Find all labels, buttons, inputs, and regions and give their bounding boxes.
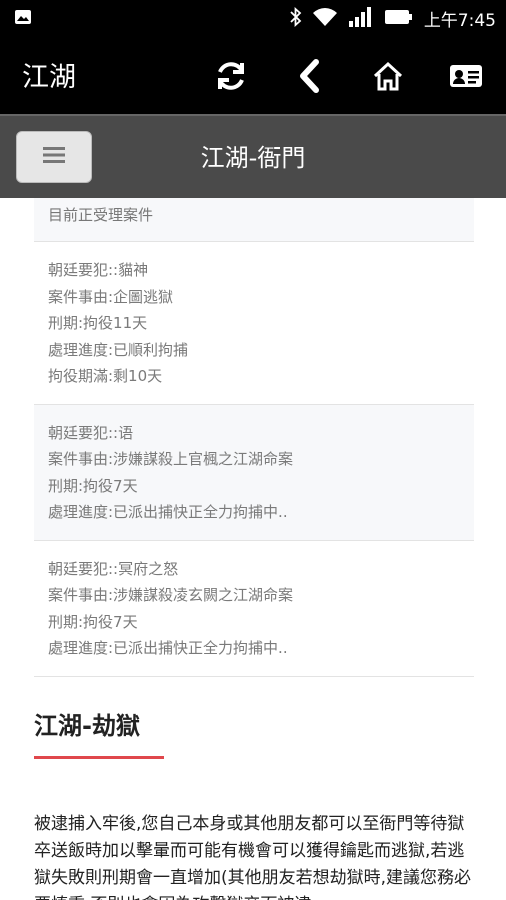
case-progress: 處理進度:已派出捕快正全力拘捕中..	[48, 639, 288, 657]
battery-icon	[384, 8, 414, 30]
section-body: 被逮捕入牢後,您自己本身或其他朋友都可以至衙門等待獄卒送飯時加以擊暈而可能有機會…	[34, 814, 472, 900]
case-remaining: 拘役期滿:剩10天	[48, 367, 163, 385]
section-title: 江湖-劫獄	[34, 712, 140, 740]
signal-icon	[348, 6, 374, 31]
case-list: 目前正受理案件 朝廷要犯::貓神 案件事由:企圖逃獄 刑期:拘役11天 處理進度…	[34, 198, 474, 677]
refresh-icon[interactable]	[211, 56, 251, 96]
bluetooth-icon	[290, 6, 302, 31]
list-item: 朝廷要犯::语 案件事由:涉嫌謀殺上官楓之江湖命案 刑期:拘役7天 處理進度:已…	[34, 404, 474, 541]
app-title: 江湖	[22, 62, 76, 93]
case-criminal: 朝廷要犯::语	[48, 423, 134, 442]
case-sentence: 刑期:拘役7天	[48, 476, 138, 495]
list-item: 朝廷要犯::冥府之怒 案件事由:涉嫌謀殺凌玄闕之江湖命案 刑期:拘役7天 處理進…	[34, 541, 474, 677]
page-title: 江湖-衙門	[200, 144, 306, 172]
wifi-icon	[312, 7, 338, 31]
image-icon	[14, 9, 32, 29]
section-divider	[34, 756, 164, 759]
case-list-header: 目前正受理案件	[34, 198, 474, 242]
back-icon[interactable]	[290, 56, 330, 96]
case-sentence: 刑期:拘役7天	[48, 612, 138, 631]
sub-header: 江湖-衙門	[0, 114, 506, 198]
list-item: 朝廷要犯::貓神 案件事由:企圖逃獄 刑期:拘役11天 處理進度:已順利拘捕 拘…	[34, 242, 474, 405]
case-reason: 案件事由:涉嫌謀殺上官楓之江湖命案	[48, 450, 294, 468]
case-criminal: 朝廷要犯::貓神	[48, 261, 149, 279]
home-icon[interactable]	[368, 56, 408, 96]
case-reason: 案件事由:企圖逃獄	[48, 287, 174, 306]
case-criminal: 朝廷要犯::冥府之怒	[48, 559, 179, 578]
case-progress: 處理進度:已派出捕快正全力拘捕中..	[48, 503, 288, 521]
clock: 上午7:45	[423, 11, 496, 31]
id-card-icon[interactable]	[446, 56, 486, 96]
case-progress: 處理進度:已順利拘捕	[48, 340, 189, 359]
content-area[interactable]: 目前正受理案件 朝廷要犯::貓神 案件事由:企圖逃獄 刑期:拘役11天 處理進度…	[0, 198, 506, 900]
app-bar: 江湖	[0, 36, 506, 114]
case-sentence: 刑期:拘役11天	[48, 314, 148, 332]
status-bar: 上午7:45	[0, 0, 506, 36]
case-reason: 案件事由:涉嫌謀殺凌玄闕之江湖命案	[48, 586, 294, 604]
